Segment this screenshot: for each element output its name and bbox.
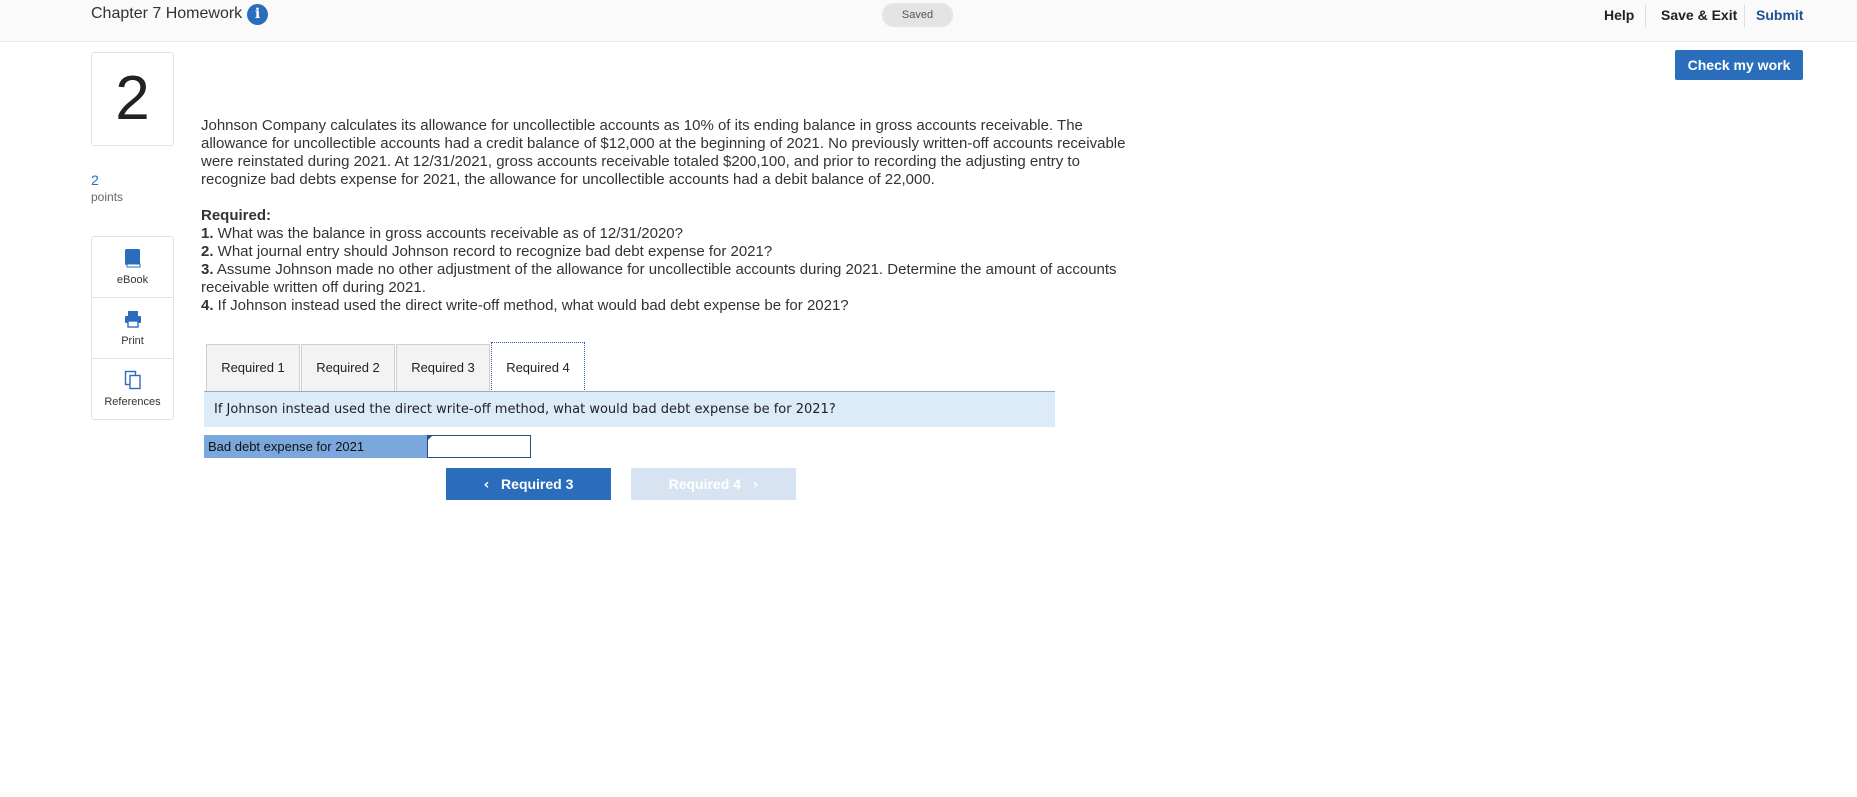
top-bar: Chapter 7 Homework i Saved Help Save & E… <box>0 0 1857 42</box>
book-icon <box>125 249 141 268</box>
divider <box>1744 5 1745 27</box>
tab-question-band: If Johnson instead used the direct write… <box>204 392 1055 427</box>
bad-debt-expense-input[interactable] <box>427 435 531 458</box>
chevron-right-icon: › <box>752 477 759 493</box>
requirement-item: 1. What was the balance in gross account… <box>201 225 683 242</box>
divider <box>1645 5 1646 27</box>
previous-required-button[interactable]: ‹ Required 3 <box>446 468 611 500</box>
submit-link[interactable]: Submit <box>1756 7 1803 23</box>
resource-tools: eBook Print References <box>91 236 174 420</box>
required-heading: Required: <box>201 207 272 224</box>
requirement-item: 2. What journal entry should Johnson rec… <box>201 243 773 260</box>
printer-icon <box>125 311 141 328</box>
tab-required-1[interactable]: Required 1 <box>206 344 300 391</box>
ebook-label: eBook <box>116 274 149 286</box>
requirement-item: 4. If Johnson instead used the direct wr… <box>201 297 849 314</box>
saved-status-badge: Saved <box>882 3 953 27</box>
points-value: 2 <box>91 172 99 188</box>
answer-row-label: Bad debt expense for 2021 <box>204 435 427 458</box>
references-label: References <box>104 396 161 408</box>
ebook-button[interactable]: eBook <box>92 237 173 297</box>
next-required-button: Required 4 › <box>631 468 796 500</box>
save-exit-link[interactable]: Save & Exit <box>1661 7 1737 23</box>
question-number: 2 <box>115 64 150 133</box>
tab-question-text: If Johnson instead used the direct write… <box>214 402 836 417</box>
tab-required-2[interactable]: Required 2 <box>301 344 395 391</box>
help-link[interactable]: Help <box>1604 7 1634 23</box>
tab-required-4[interactable]: Required 4 <box>491 342 585 392</box>
chevron-left-icon: ‹ <box>483 477 490 493</box>
requirement-item: 3. Assume Johnson made no other adjustme… <box>201 261 1117 296</box>
question-number-box: 2 <box>91 52 174 146</box>
requirements-list: Required: 1. What was the balance in gro… <box>201 207 1131 315</box>
next-label: Required 4 <box>668 476 741 492</box>
previous-label: Required 3 <box>501 476 574 492</box>
input-flag-marker <box>427 435 433 441</box>
print-button[interactable]: Print <box>92 298 173 358</box>
references-button[interactable]: References <box>92 359 173 419</box>
assignment-title: Chapter 7 Homework <box>91 5 243 22</box>
check-my-work-button[interactable]: Check my work <box>1675 50 1803 80</box>
points-label: points <box>91 190 124 204</box>
info-icon[interactable]: i <box>247 4 268 25</box>
answer-label-text: Bad debt expense for 2021 <box>208 439 365 454</box>
tab-required-3[interactable]: Required 3 <box>396 344 490 391</box>
references-icon <box>124 370 141 390</box>
print-label: Print <box>121 335 144 347</box>
problem-statement: Johnson Company calculates its allowance… <box>201 117 1126 188</box>
